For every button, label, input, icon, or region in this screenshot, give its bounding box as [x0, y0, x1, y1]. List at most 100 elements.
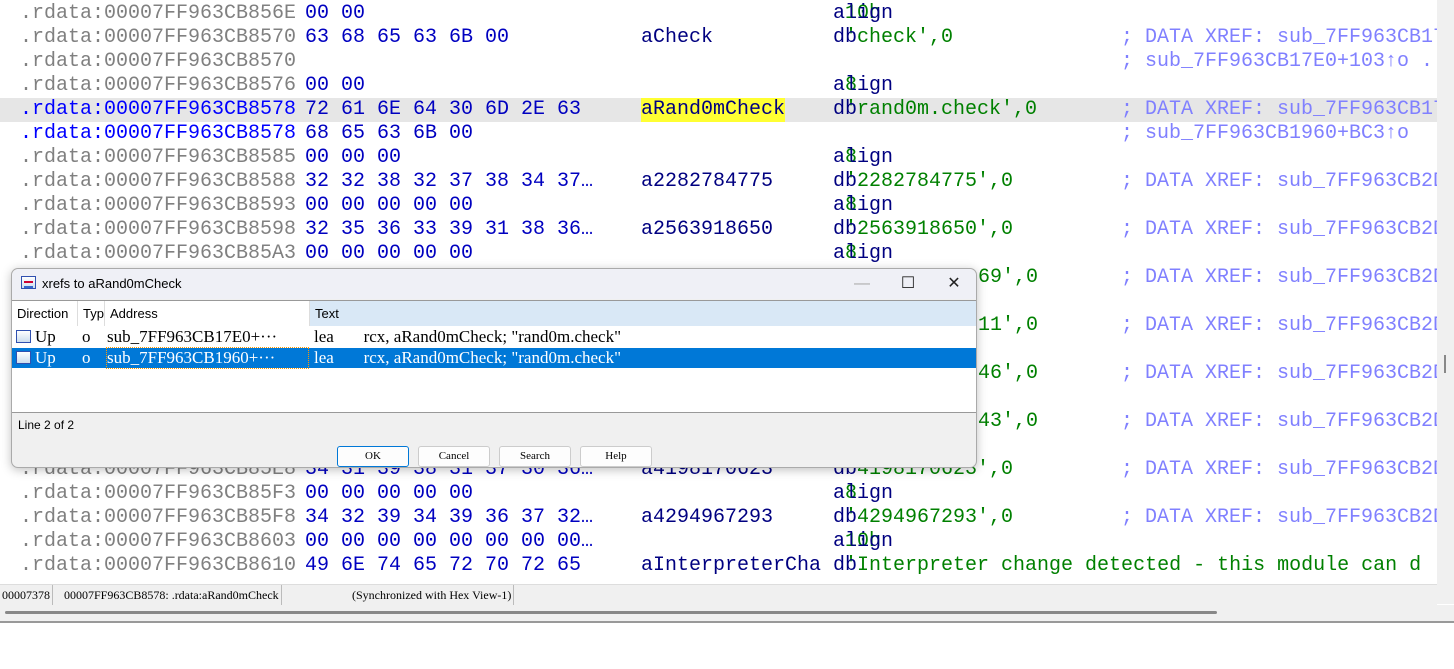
listing-row[interactable]: .rdata:00007FF963CB856E 00 00 align 10h — [0, 2, 1437, 26]
label-name[interactable]: aRand0mCheck — [641, 98, 786, 122]
instruction: align 10h — [833, 2, 893, 26]
xref-direction: Up — [35, 348, 56, 367]
xref-text: lea rcx, aRand0mCheck; "rand0m.check" — [314, 348, 622, 367]
instruction: align 8 — [833, 194, 893, 218]
address: .rdata:00007FF963CB8598 — [20, 218, 297, 241]
xref-icon — [16, 330, 31, 343]
xrefs-list[interactable]: Direction Typ Address Text Up o sub_7FF963… — [12, 300, 976, 413]
listing-row[interactable]: .rdata:00007FF963CB85A3 00 00 00 00 00 ali… — [0, 242, 1437, 266]
xref-row[interactable]: Up o sub_7FF963CB17E0+··· lea rcx, aRand0mC… — [12, 327, 976, 347]
listing-row[interactable]: .rdata:00007FF963CB8570 ; sub_7FF963CB17E… — [0, 50, 1437, 74]
xref-comment[interactable]: ; DATA XREF: sub_7FF963CB2D — [1121, 410, 1437, 434]
address: .rdata:00007FF963CB8585 — [20, 146, 297, 169]
hex-bytes: 34 32 39 34 39 36 37 32… — [305, 506, 594, 529]
ok-button[interactable]: OK — [337, 446, 409, 467]
label-name[interactable]: aInterpreterCha — [641, 554, 821, 578]
vertical-scrollbar[interactable] — [1437, 0, 1454, 604]
maximize-button[interactable]: ☐ — [888, 273, 928, 295]
label-name[interactable]: a2563918650 — [641, 218, 773, 242]
hex-bytes: 00 00 00 — [305, 146, 402, 169]
operand-tail: ,0 — [929, 26, 954, 49]
address: .rdata:00007FF963CB8570 — [20, 26, 297, 49]
xref-address: sub_7FF963CB1960+··· — [106, 347, 309, 369]
opcode: db — [833, 98, 858, 121]
hex-bytes: 63 68 65 63 6B 00 — [305, 26, 510, 49]
listing-row[interactable]: .rdata:00007FF963CB8603 00 00 00 00 00 00… — [0, 530, 1437, 554]
instruction: db '2563918650',0 — [833, 218, 1013, 242]
label-name[interactable]: a2282784775 — [641, 170, 773, 194]
instruction: db 'check',0 — [833, 26, 953, 50]
address: .rdata:00007FF963CB8576 — [20, 74, 297, 97]
xrefs-dialog: xrefs to aRand0mCheck — ☐ ✕ Direction Ty… — [11, 268, 977, 468]
opcode: align — [833, 530, 894, 553]
xref-type: o — [82, 327, 91, 346]
instruction: align 8 — [833, 242, 893, 266]
xref-type: o — [82, 348, 91, 367]
search-button[interactable]: Search — [499, 446, 571, 467]
opcode: align — [833, 74, 894, 97]
listing-row[interactable]: .rdata:00007FF963CB8588 32 32 38 32 37 38… — [0, 170, 1437, 194]
xref-comment[interactable]: ; DATA XREF: sub_7FF963CB2D — [1121, 218, 1437, 242]
xref-comment[interactable]: ; DATA XREF: sub_7FF963CB2D — [1121, 458, 1437, 482]
horizontal-scrollbar-thumb[interactable] — [5, 611, 1217, 614]
listing-row[interactable]: .rdata:00007FF963CB8598 32 35 36 33 39 31… — [0, 218, 1437, 242]
xref-row[interactable]: Up o sub_7FF963CB1960+··· lea rcx, aRand0mC… — [12, 347, 976, 369]
listing-row[interactable]: .rdata:00007FF963CB85F3 00 00 00 00 00 ali… — [0, 482, 1437, 506]
xref-comment[interactable]: ; DATA XREF: sub_7FF963CB2D — [1121, 314, 1437, 338]
xref-comment[interactable]: ; DATA XREF: sub_7FF963CB2D — [1121, 506, 1437, 530]
xref-comment[interactable]: ; DATA XREF: sub_7FF963CB17 — [1121, 98, 1437, 122]
status-location: 00007FF963CB8578: .rdata:aRand0mCheck — [62, 585, 282, 606]
listing-row[interactable]: .rdata:00007FF963CB85F8 34 32 39 34 39 36… — [0, 506, 1437, 530]
hex-bytes: 00 00 — [305, 74, 366, 97]
address: .rdata:00007FF963CB856E — [20, 2, 297, 25]
column-header-address[interactable]: Address — [105, 301, 310, 326]
address: .rdata:00007FF963CB8603 — [20, 530, 297, 553]
column-header-direction[interactable]: Direction — [12, 301, 78, 326]
xref-comment[interactable]: ; DATA XREF: sub_7FF963CB2D — [1121, 362, 1437, 386]
xref-comment[interactable]: ; DATA XREF: sub_7FF963CB2D — [1121, 170, 1437, 194]
operand-value-partial: 43',0 — [978, 410, 1039, 433]
horizontal-scrollbar[interactable] — [0, 605, 1454, 623]
operand-value: '2563918650' — [845, 218, 990, 241]
label-name[interactable]: a4294967293 — [641, 506, 773, 530]
address: .rdata:00007FF963CB8610 — [20, 554, 297, 577]
hex-bytes: 68 65 63 6B 00 — [305, 122, 474, 145]
hex-bytes: 00 00 00 00 00 — [305, 482, 474, 505]
vertical-scrollbar-thumb[interactable] — [1444, 355, 1446, 373]
listing-row[interactable]: .rdata:00007FF963CB8578 68 65 63 6B 00 ; s… — [0, 122, 1437, 146]
column-header-type[interactable]: Typ — [78, 301, 105, 326]
instruction: db 'rand0m.check',0 — [833, 98, 1037, 122]
listing-row[interactable]: .rdata:00007FF963CB8576 00 00 align 8 — [0, 74, 1437, 98]
close-button[interactable]: ✕ — [934, 273, 974, 295]
status-bar: 00007378 00007FF963CB8578: .rdata:aRand0… — [0, 584, 1437, 606]
xref-comment[interactable]: ; DATA XREF: sub_7FF963CB17 — [1121, 26, 1437, 50]
listing-row[interactable]: .rdata:00007FF963CB8593 00 00 00 00 00 ali… — [0, 194, 1437, 218]
xref-comment[interactable]: ; sub_7FF963CB1960+BC3↑o — [1121, 122, 1409, 146]
minimize-button[interactable]: — — [842, 273, 882, 295]
operand-value: 'rand0m.check' — [845, 98, 1014, 121]
opcode: db — [833, 170, 858, 193]
column-header-text[interactable]: Text — [310, 301, 976, 326]
address: .rdata:00007FF963CB8593 — [20, 194, 297, 217]
label-name[interactable]: aCheck — [641, 26, 713, 50]
xref-address: sub_7FF963CB17E0+··· — [107, 327, 278, 346]
listing-row[interactable]: .rdata:00007FF963CB8610 49 6E 74 65 72 70… — [0, 554, 1437, 578]
listing-row[interactable]: .rdata:00007FF963CB8578 72 61 6E 64 30 6D… — [0, 98, 1437, 122]
listing-row[interactable]: .rdata:00007FF963CB8570 63 68 65 63 6B 00… — [0, 26, 1437, 50]
xref-comment[interactable]: ; sub_7FF963CB17E0+103↑o . — [1121, 50, 1433, 74]
opcode: align — [833, 242, 894, 265]
xref-comment[interactable]: ; DATA XREF: sub_7FF963CB2D — [1121, 266, 1437, 290]
cancel-button[interactable]: Cancel — [418, 446, 490, 467]
operand-value-partial: 11',0 — [978, 314, 1039, 337]
operand-value: 'check' — [845, 26, 930, 49]
operand-tail: ,0 — [989, 506, 1014, 529]
help-button[interactable]: Help — [580, 446, 652, 467]
instruction: db '2282784775',0 — [833, 170, 1013, 194]
dialog-title-bar[interactable]: xrefs to aRand0mCheck — ☐ ✕ — [12, 269, 976, 299]
xrefs-window-icon — [21, 276, 36, 289]
opcode: db — [833, 218, 858, 241]
operand-value: 'Interpreter change detected - this modu… — [845, 554, 1422, 577]
operand-value: '4294967293' — [845, 506, 990, 529]
listing-row[interactable]: .rdata:00007FF963CB8585 00 00 00 align 8 — [0, 146, 1437, 170]
address: .rdata:00007FF963CB8578 — [20, 98, 297, 121]
